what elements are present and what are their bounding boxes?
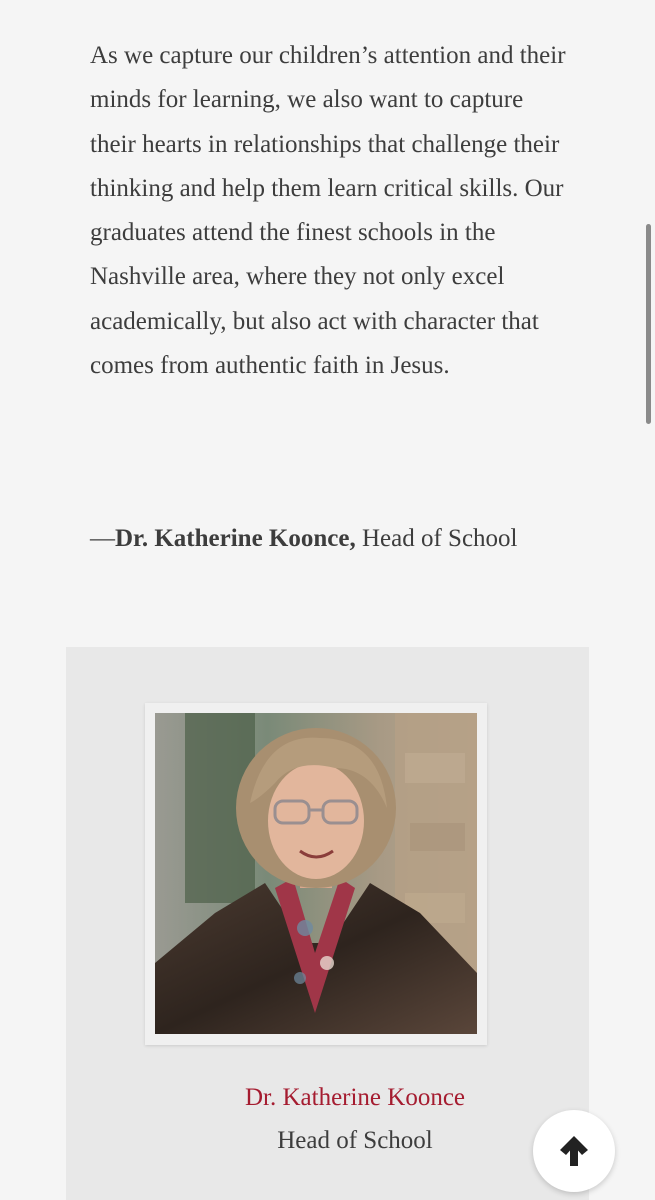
quote-paragraph: As we capture our children’s attention a… xyxy=(90,42,566,380)
arrow-up-icon xyxy=(560,1136,588,1166)
scrollbar-thumb[interactable] xyxy=(646,224,651,424)
portrait-frame xyxy=(145,703,487,1045)
staff-profile-card: Dr. Katherine Koonce Head of School xyxy=(66,647,589,1200)
back-to-top-button[interactable] xyxy=(533,1110,615,1192)
attribution-name: Dr. Katherine Koonce, xyxy=(115,525,356,552)
attribution-role: Head of School xyxy=(355,525,518,552)
attribution-dash: — xyxy=(90,525,115,552)
portrait-photo xyxy=(155,713,477,1034)
quote-attribution: —Dr. Katherine Koonce, Head of School xyxy=(90,517,610,561)
page: As we capture our children’s attention a… xyxy=(0,0,655,1200)
